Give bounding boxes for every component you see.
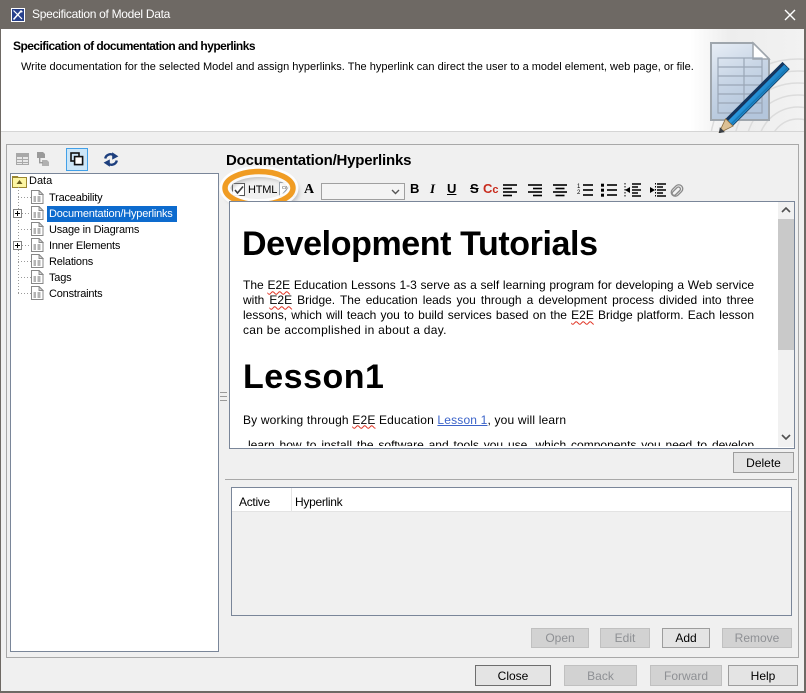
svg-text:2: 2 <box>577 190 581 196</box>
svg-text:cw: cw <box>282 185 289 191</box>
